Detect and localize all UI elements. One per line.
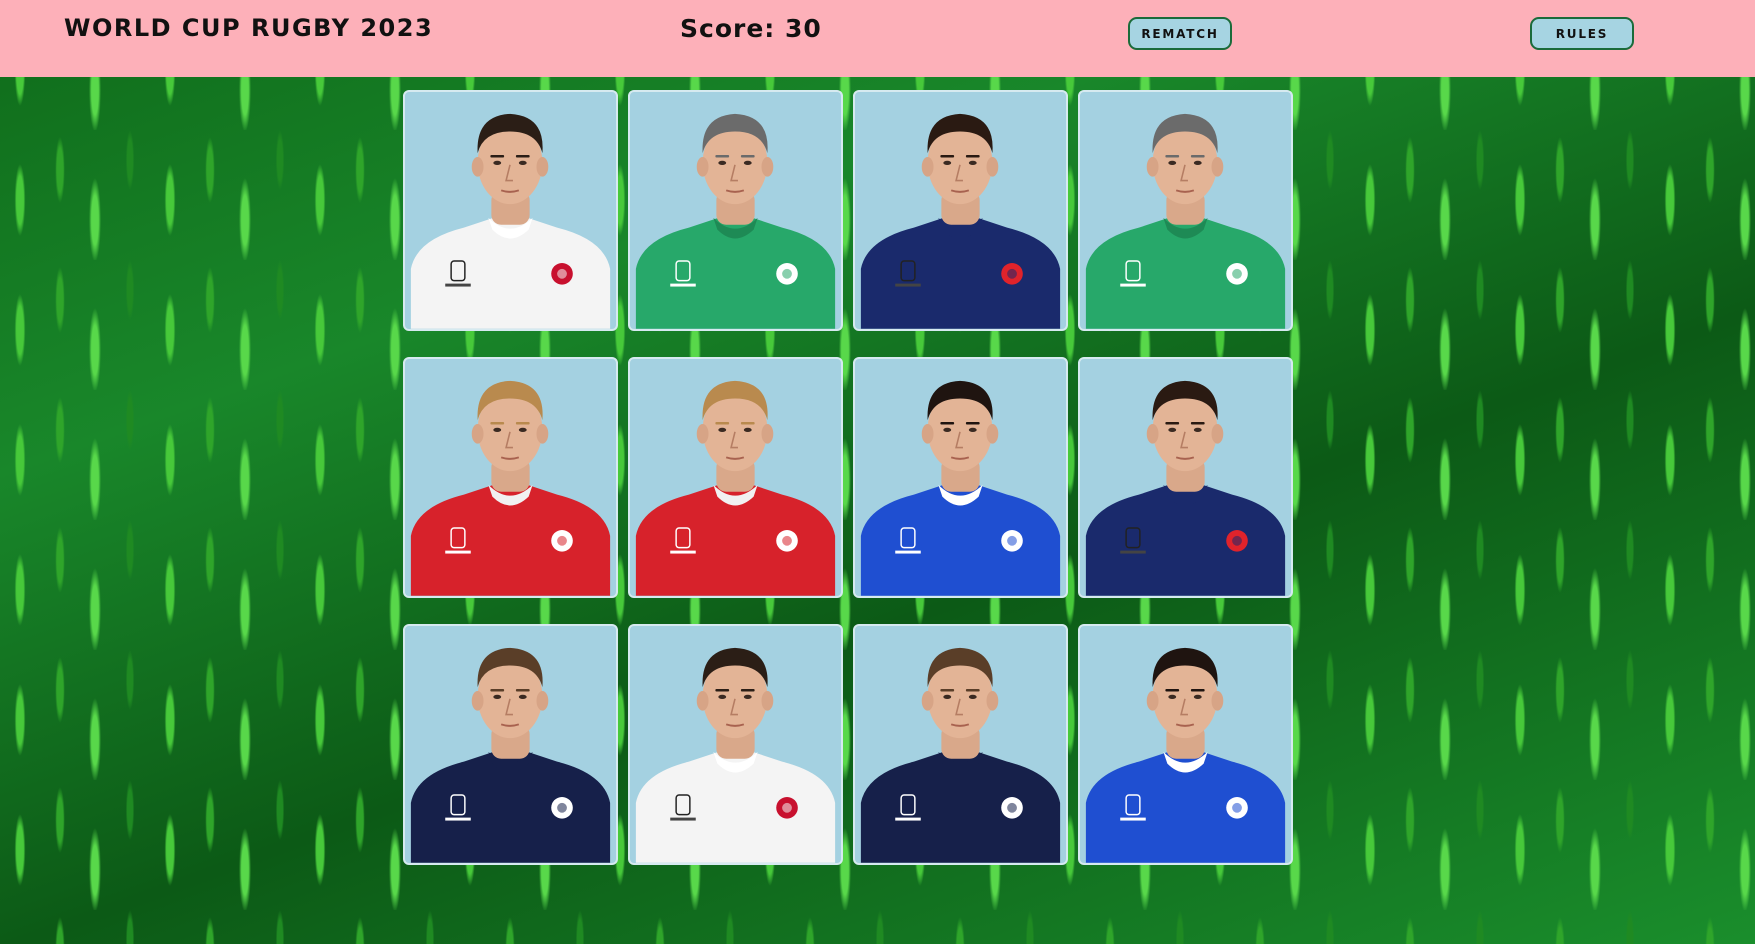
player-portrait bbox=[630, 92, 841, 329]
player-card-ireland[interactable] bbox=[1078, 90, 1293, 331]
player-portrait bbox=[630, 359, 841, 596]
player-portrait bbox=[855, 92, 1066, 329]
player-card-italy[interactable] bbox=[853, 357, 1068, 598]
player-portrait bbox=[405, 626, 616, 863]
player-portrait bbox=[1080, 92, 1291, 329]
player-card-france[interactable] bbox=[1078, 357, 1293, 598]
player-portrait bbox=[855, 626, 1066, 863]
player-card-wales[interactable] bbox=[628, 357, 843, 598]
rematch-button[interactable]: REMATCH bbox=[1128, 17, 1232, 50]
score-display: Score: 30 bbox=[680, 14, 822, 43]
player-card-ireland[interactable] bbox=[628, 90, 843, 331]
player-card-england[interactable] bbox=[628, 624, 843, 865]
player-card-england[interactable] bbox=[403, 90, 618, 331]
player-card-wales[interactable] bbox=[403, 357, 618, 598]
player-portrait bbox=[1080, 359, 1291, 596]
player-portrait bbox=[405, 359, 616, 596]
game-title: WORLD CUP RUGBY 2023 bbox=[64, 14, 434, 42]
player-card-italy[interactable] bbox=[1078, 624, 1293, 865]
header-bar: WORLD CUP RUGBY 2023 Score: 30 REMATCH R… bbox=[0, 0, 1755, 77]
player-card-scotland[interactable] bbox=[853, 624, 1068, 865]
player-portrait bbox=[405, 92, 616, 329]
player-portrait bbox=[855, 359, 1066, 596]
rules-button[interactable]: RULES bbox=[1530, 17, 1634, 50]
player-portrait bbox=[1080, 626, 1291, 863]
player-card-scotland[interactable] bbox=[403, 624, 618, 865]
player-portrait bbox=[630, 626, 841, 863]
player-card-france[interactable] bbox=[853, 90, 1068, 331]
